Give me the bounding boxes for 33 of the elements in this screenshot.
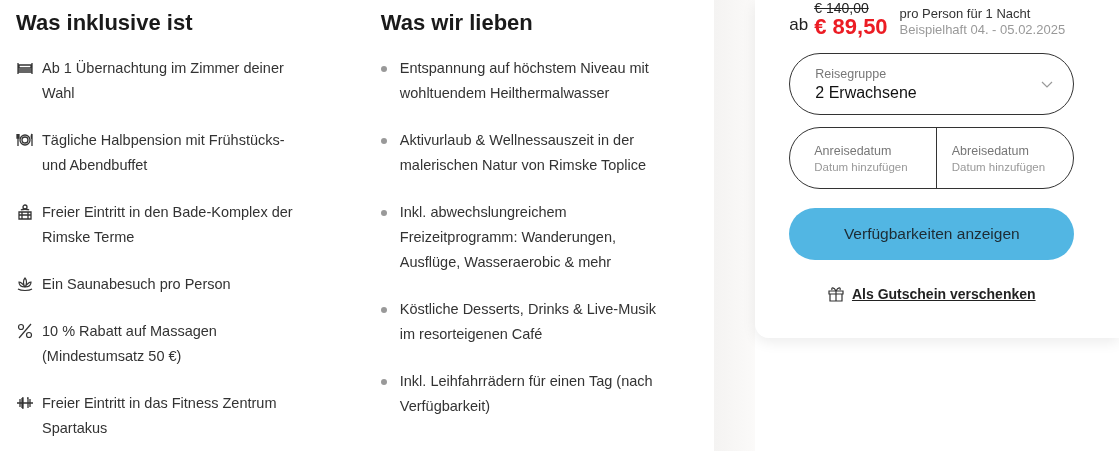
feature-text: Ab 1 Übernachtung im Zimmer deiner Wahl xyxy=(42,59,285,103)
bath-icon xyxy=(16,203,34,221)
section-heading: Was wir lieben xyxy=(380,10,534,36)
bullet-dot xyxy=(380,66,387,72)
highlight-text: Köstliche Desserts, Drinks & Live-Musik im resorteigenen Café xyxy=(399,300,658,344)
percent-icon xyxy=(16,322,34,340)
feature-text: Freier Eintritt in den Bade-Komplex der Rimske Terme xyxy=(42,203,294,247)
plate-icon xyxy=(16,131,34,149)
section-heading: Was inklusive ist xyxy=(16,10,194,36)
availability-button[interactable]: Verfügbarkeiten anzeigen xyxy=(789,208,1075,260)
feature-text: Tägliche Halbpension mit Frühstücks- und Abendbuffet xyxy=(42,131,286,175)
feature-text: Ein Saunabesuch pro Person xyxy=(42,275,232,294)
highlight-text: Entspannung auf höchstem Niveau mit wohltuendem Heilthermalwasser xyxy=(399,59,650,103)
price-prefix: ab xyxy=(789,15,809,35)
highlight-text: Aktivurlaub & Wellnessauszeit in der malerischen Natur von Rimske Toplice xyxy=(399,131,648,175)
feature-text: 10 % Rabatt auf Massagen (Mindestumsatz 50 €) xyxy=(42,322,218,366)
sale-price: € 89,50 xyxy=(814,16,888,38)
bullet-dot xyxy=(380,138,387,144)
bullet-dot xyxy=(380,210,387,216)
feature-text: Freier Eintritt in das Fitness Zentrum Spartakus xyxy=(42,394,278,438)
travel-group-dropdown[interactable]: Reisegruppe 2 Erwachsene xyxy=(789,53,1075,115)
chevron-down-icon xyxy=(1041,80,1054,88)
price-unit: pro Person für 1 Nacht xyxy=(899,6,1032,22)
example-dates: Beispielhaft 04. - 05.02.2025 xyxy=(899,22,1066,38)
gift-voucher-link[interactable]: Als Gutschein verschenken xyxy=(851,285,1036,302)
highlight-text: Inkl. Leihfahrrädern für einen Tag (nach Verfügbarkeit) xyxy=(399,372,654,416)
bullet-dot xyxy=(380,307,387,313)
highlight-text: Inkl. abwechslungreichem Freizeitprogramm: Wanderungen, Ausflüge, Wasseraerobic & mehr xyxy=(399,203,618,272)
lotus-icon xyxy=(16,275,34,293)
gift-icon xyxy=(827,285,844,302)
dumbbell-icon xyxy=(16,394,34,412)
old-price: € 140,00 xyxy=(814,1,870,15)
bullet-dot xyxy=(380,379,387,385)
